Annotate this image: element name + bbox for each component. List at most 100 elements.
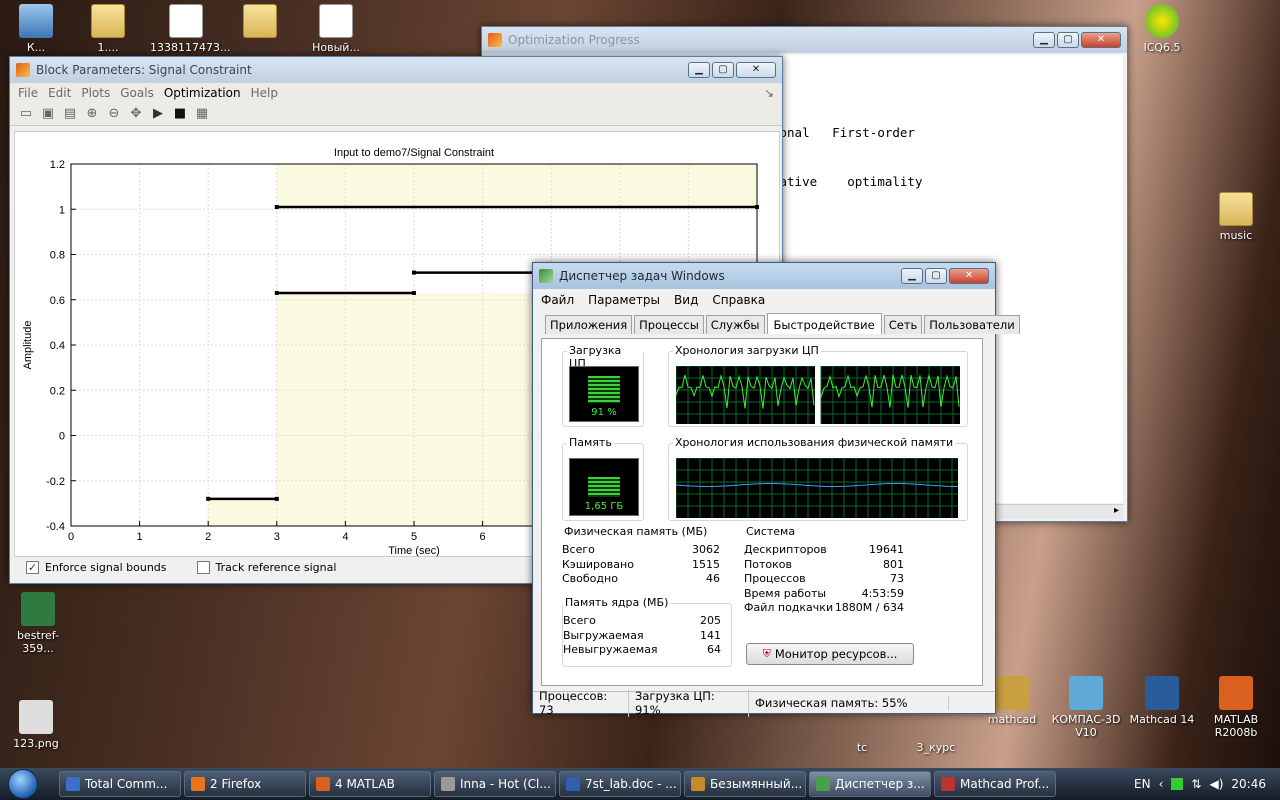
stat-row: Потоков 801 [744,558,904,573]
enforce-bounds-checkbox[interactable]: ✓ [26,561,39,574]
zoom-out-icon[interactable]: ⊖ [106,106,122,122]
print-icon[interactable]: ▤ [62,106,78,122]
stat-value: 73 [890,572,904,585]
taskmgr-menu-item[interactable]: Справка [712,293,765,307]
taskbar-button-label: 7st_lab.doc - ... [585,777,677,791]
minimize-button[interactable]: ▁ [688,62,710,78]
pan-icon[interactable]: ✥ [128,106,144,122]
volume-icon[interactable]: ◀) [1209,777,1223,791]
tray-app-icon[interactable] [1171,778,1184,790]
menu-file[interactable]: File [18,86,38,100]
taskbar-button[interactable]: 4 MATLAB [309,771,431,797]
desktop-icon[interactable]: bestref-359... [2,592,74,655]
network-icon[interactable]: ⇅ [1191,777,1201,791]
graph-panel [821,366,960,424]
menu-help[interactable]: Help [251,86,278,100]
taskbar-button[interactable]: Inna - Hot (Cl... [434,771,556,797]
x-tick-label: 4 [342,531,348,543]
dock-arrow-icon[interactable]: ↘ [764,86,774,100]
close-button[interactable]: ✕ [1081,32,1121,48]
save-icon[interactable]: ▣ [40,106,56,122]
taskmgr-menu-item[interactable]: Вид [674,293,698,307]
maximize-button[interactable]: ▢ [712,62,734,78]
tab[interactable]: Пользователи [924,315,1020,334]
desktop-icon[interactable]: КОМПАС-3D V10 [1050,676,1122,739]
taskbar-button[interactable]: Mathcad Prof... [934,771,1056,797]
stat-label: Потоков [744,557,792,571]
minimize-button[interactable]: ▁ [1033,32,1055,48]
track-reference-checkbox[interactable] [196,561,210,574]
folder-icon [1219,192,1253,226]
matlab-icon [488,33,502,47]
tab[interactable]: Процессы [634,315,704,334]
taskmgr-titlebar[interactable]: Диспетчер задач Windows ▁ ▢ ✕ [533,263,995,289]
stat-value: 1880M / 634 [834,601,904,614]
stat-value: 19641 [869,543,904,556]
app-icon [941,777,955,791]
block-title: Block Parameters: Signal Constraint [36,63,252,77]
tab[interactable]: Сеть [883,315,923,334]
bound-region [208,498,277,526]
taskbar-button[interactable]: Безымянный... [684,771,806,797]
desktop-icon-label: MATLAB R2008b [1213,713,1259,739]
stop-icon[interactable]: ■ [172,106,188,122]
optim-titlebar[interactable]: Optimization Progress ▁ ▢ ✕ [482,27,1127,53]
maximize-button[interactable]: ▢ [925,268,947,284]
play-icon[interactable]: ▶ [150,106,166,122]
desktop-icon[interactable]: music [1200,192,1272,242]
y-tick-label: 0 [59,431,65,443]
desktop-icon[interactable]: 123.png [0,700,72,750]
taskmgr-menu-item[interactable]: Параметры [588,293,660,307]
performance-panel: Загрузка ЦП 91 % Хронология загрузки ЦП … [541,338,983,686]
menu-edit[interactable]: Edit [48,86,71,100]
stat-value: 64 [707,643,721,656]
track-reference-option[interactable]: Track reference signal [196,561,336,574]
task-manager-window[interactable]: Диспетчер задач Windows ▁ ▢ ✕ Файл Параметр… [532,262,1020,717]
new-icon[interactable]: ▭ [18,106,34,122]
close-button[interactable]: ✕ [736,62,776,78]
start-button[interactable] [0,768,46,800]
memory-bar [588,477,620,497]
clock[interactable]: 20:46 [1231,777,1266,791]
kernel-memory-values: Всего 205 Выгружаемая 141 Невыгружаемая 64 [563,614,721,658]
taskbar-button[interactable]: 2 Firefox [184,771,306,797]
taskbar-button[interactable]: Диспетчер з... [809,771,931,797]
desktop-icon[interactable]: Mathcad 14 [1126,676,1198,726]
close-button[interactable]: ✕ [949,268,989,284]
doc-icon [319,4,353,38]
taskmgr-menubar: Файл Параметры Вид Справка [533,289,995,311]
desktop-icon-label: Mathcad 14 [1129,713,1195,726]
y-tick-label: 0.6 [50,295,65,307]
desktop-icon[interactable]: 1338117473... [150,4,230,54]
enforce-bounds-option[interactable]: ✓ Enforce signal bounds [26,561,167,574]
block-titlebar[interactable]: Block Parameters: Signal Constraint ▁ ▢ ✕ [10,57,782,83]
desktop-icon[interactable]: ICQ6.5 [1126,4,1198,54]
tab[interactable]: Службы [705,315,765,334]
x-tick-label: 5 [411,531,417,543]
menu-optimization[interactable]: Optimization [164,86,241,100]
settings-icon[interactable]: ▦ [194,106,210,122]
maximize-button[interactable]: ▢ [1057,32,1079,48]
minimize-button[interactable]: ▁ [901,268,923,284]
menu-goals[interactable]: Goals [120,86,154,100]
tray-expand-icon[interactable]: ‹ [1159,777,1164,791]
tab[interactable]: Быстродействие [766,313,882,334]
zoom-in-icon[interactable]: ⊕ [84,106,100,122]
taskbar-button-label: Inna - Hot (Cl... [460,777,551,791]
taskbar: Total Comm... 2 Firefox 4 MATLAB Inna - Hot… [0,768,1280,800]
desktop-icon[interactable]: Новый... [300,4,372,54]
taskbar-button[interactable]: 7st_lab.doc - ... [559,771,681,797]
menu-plots[interactable]: Plots [81,86,110,100]
taskmgr-menu-item[interactable]: Файл [541,293,574,307]
taskbar-button[interactable]: Total Comm... [59,771,181,797]
app-icon [816,777,830,791]
taskbar-button-label: Безымянный... [710,777,803,791]
resource-monitor-button[interactable]: ⛨ Монитор ресурсов... [746,643,914,665]
desktop-icon[interactable]: MATLAB R2008b [1200,676,1272,739]
desktop-icon[interactable]: 1.... [72,4,144,54]
graph-panel [676,366,815,424]
language-indicator[interactable]: EN [1134,777,1151,791]
tab[interactable]: Приложения [545,315,633,334]
desktop-icon[interactable]: К... [0,4,72,54]
desktop-icon[interactable] [224,4,296,41]
